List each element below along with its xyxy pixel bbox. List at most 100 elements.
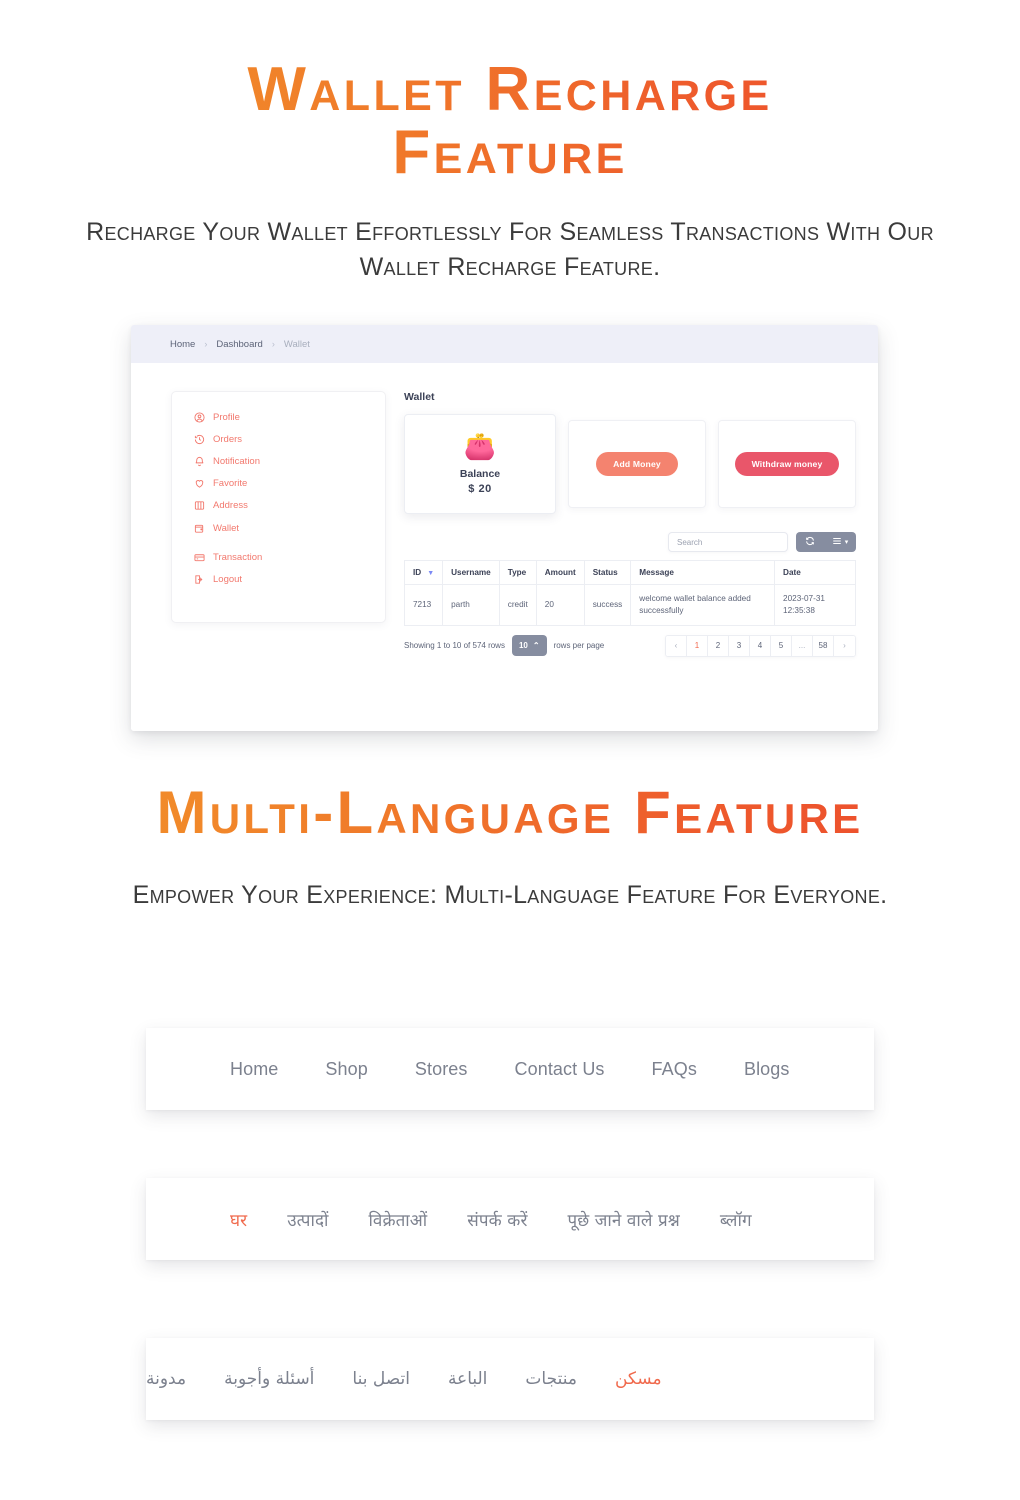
chevron-down-icon: ▾ [844, 539, 849, 546]
heart-icon [194, 478, 205, 489]
add-money-card: Add Money [568, 420, 706, 508]
multi-language-title: Multi-Language Feature [0, 782, 1020, 843]
pagination-bar: Showing 1 to 10 of 574 rows 10 ⌃ rows pe… [404, 634, 856, 657]
page-button-2[interactable]: 2 [708, 635, 729, 656]
sidebar-item-label: Logout [213, 573, 243, 585]
add-money-button[interactable]: Add Money [596, 452, 678, 476]
rows-per-page-select[interactable]: 10 ⌃ [511, 635, 547, 657]
chevron-up-icon: ⌃ [532, 641, 540, 651]
english-nav-items: Home Shop Stores Contact Us FAQs Blogs [146, 1059, 790, 1080]
sort-descending-icon: ▼ [427, 570, 435, 577]
nav-item-blogs-hi[interactable]: ब्लॉग [720, 1208, 752, 1231]
book-icon [194, 500, 205, 511]
breadcrumb: Home › Dashboard › Wallet [131, 325, 878, 363]
balance-amount: $ 20 [468, 483, 492, 495]
nav-item-blogs-ar[interactable]: مدونة [146, 1369, 186, 1389]
nav-item-shop[interactable]: Shop [325, 1059, 367, 1080]
wallet-heading: Wallet [404, 391, 435, 403]
wallet-icon [194, 523, 205, 534]
cell-status: success [583, 584, 632, 626]
table-head: ID ▼ Username Type Amount Status Message … [403, 560, 856, 585]
page-button-4[interactable]: 4 [750, 635, 771, 656]
sidebar-item-address[interactable]: Address [172, 495, 385, 517]
column-header-status[interactable]: Status [583, 560, 632, 585]
prev-page-button[interactable]: ‹ [666, 635, 687, 656]
sidebar-item-label: Wallet [213, 522, 240, 534]
search-input[interactable]: Search [668, 532, 788, 552]
column-header-type[interactable]: Type [498, 560, 537, 585]
page-button-3[interactable]: 3 [729, 635, 750, 656]
nav-item-stores-hi[interactable]: विक्रेताओं [369, 1208, 428, 1231]
page-ellipsis: ... [792, 635, 813, 656]
column-header-username[interactable]: Username [442, 560, 500, 585]
sidebar-item-wallet[interactable]: Wallet [172, 517, 385, 539]
breadcrumb-item-dashboard[interactable]: Dashboard [216, 339, 262, 350]
history-icon [194, 434, 205, 445]
nav-item-blogs[interactable]: Blogs [744, 1059, 790, 1080]
rows-per-page-label: rows per page [553, 641, 605, 651]
nav-item-home-hi[interactable]: घर [230, 1208, 247, 1231]
nav-item-home-ar[interactable]: مسكن [615, 1369, 662, 1389]
refresh-icon [805, 533, 815, 551]
sidebar-item-profile[interactable]: Profile [172, 406, 385, 428]
wallet-dashboard-screenshot: Home › Dashboard › Wallet Profile Orders… [131, 325, 878, 731]
wallet-cards-row: 👛 Balance $ 20 Add Money Withdraw money [404, 414, 856, 514]
nav-item-contact-us-ar[interactable]: اتصل بنا [352, 1369, 410, 1389]
sidebar-item-label: Favorite [213, 478, 248, 490]
table-tools: ▾ [796, 532, 856, 552]
showing-rows-text: Showing 1 to 10 of 574 rows [404, 641, 505, 651]
breadcrumb-separator-icon: › [204, 339, 208, 349]
table-header-row: ID ▼ Username Type Amount Status Message … [403, 560, 856, 585]
nav-item-shop-hi[interactable]: उत्पादों [287, 1208, 328, 1231]
cell-username: parth [442, 584, 500, 626]
sidebar-item-transaction[interactable]: Transaction [172, 546, 385, 568]
withdraw-money-button[interactable]: Withdraw money [734, 452, 840, 476]
column-header-date[interactable]: Date [774, 560, 856, 585]
page-list: ‹ 1 2 3 4 5 ... 58 › [665, 634, 856, 657]
sidebar-item-logout[interactable]: Logout [172, 568, 385, 590]
nav-item-contact-us-hi[interactable]: संपर्क करें [467, 1208, 527, 1231]
nav-item-shop-ar[interactable]: منتجات [525, 1369, 577, 1389]
balance-label: Balance [459, 468, 501, 480]
multi-language-subtitle: Empower Your Experience: Multi-Language … [132, 881, 888, 909]
table-body: 7213 parth credit 20 success welcome wal… [403, 584, 856, 626]
column-header-message[interactable]: Message [630, 560, 776, 585]
account-sidebar: Profile Orders Notification Favorite Add… [171, 391, 386, 623]
withdraw-money-card: Withdraw money [718, 420, 856, 508]
nav-item-stores-ar[interactable]: الباعة [448, 1369, 487, 1389]
sidebar-item-orders[interactable]: Orders [172, 428, 385, 450]
column-header-amount[interactable]: Amount [535, 560, 585, 585]
dashboard-body: Profile Orders Notification Favorite Add… [131, 363, 878, 731]
column-header-id[interactable]: ID ▼ [403, 560, 444, 585]
page-root: Wallet Recharge Feature Recharge Your Wa… [0, 0, 1020, 1500]
refresh-button[interactable] [796, 532, 824, 552]
nav-item-faqs[interactable]: FAQs [652, 1059, 697, 1080]
breadcrumb-item-wallet: Wallet [283, 338, 310, 350]
page-button-5[interactable]: 5 [771, 635, 792, 656]
nav-item-contact-us[interactable]: Contact Us [515, 1059, 605, 1080]
cell-id: 7213 [403, 584, 444, 626]
english-navbar: Home Shop Stores Contact Us FAQs Blogs [146, 1028, 874, 1110]
arabic-nav-items: مسكن منتجات الباعة اتصل بنا أسئلة وأجوبة… [146, 1369, 746, 1389]
sidebar-item-label: Orders [213, 433, 243, 445]
sidebar-item-favorite[interactable]: Favorite [172, 473, 385, 495]
nav-item-stores[interactable]: Stores [415, 1059, 468, 1080]
wallet-panel: Wallet 👛 Balance $ 20 Add Money Withdraw… [403, 391, 856, 731]
bell-icon [194, 456, 205, 467]
sidebar-item-notification[interactable]: Notification [172, 450, 385, 472]
breadcrumb-item-home[interactable]: Home [170, 339, 195, 350]
page-button-58[interactable]: 58 [813, 635, 834, 656]
next-page-button[interactable]: › [834, 635, 855, 656]
wallet-recharge-subtitle: Recharge Your Wallet Effortlessly For Se… [86, 218, 934, 281]
logout-icon [194, 574, 205, 585]
nav-item-faqs-hi[interactable]: पूछे जाने वाले प्रश्न [568, 1208, 680, 1231]
wallet-recharge-title: Wallet Recharge Feature [0, 58, 1020, 185]
nav-item-home[interactable]: Home [230, 1059, 278, 1080]
columns-button[interactable]: ▾ [824, 532, 856, 552]
sidebar-item-label: Notification [213, 455, 260, 467]
nav-item-faqs-ar[interactable]: أسئلة وأجوبة [224, 1369, 314, 1389]
table-row[interactable]: 7213 parth credit 20 success welcome wal… [403, 584, 856, 626]
user-circle-icon [194, 412, 205, 423]
table-toolbar: Search ▾ [404, 532, 856, 552]
page-button-1[interactable]: 1 [687, 635, 708, 656]
